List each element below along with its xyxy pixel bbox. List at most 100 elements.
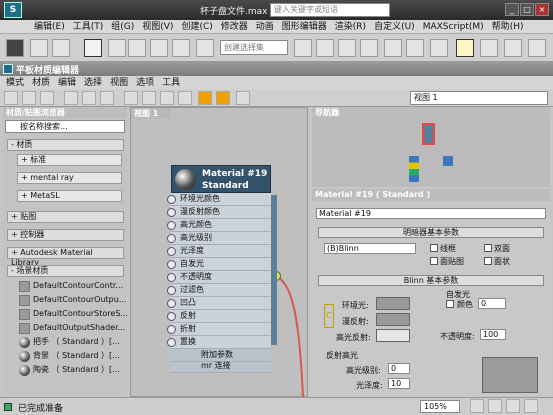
menu-graph-editors[interactable]: 图形编辑器 xyxy=(278,20,331,34)
move-children-icon[interactable] xyxy=(82,91,96,105)
input-socket[interactable] xyxy=(167,234,176,243)
glossiness-value[interactable]: 10 xyxy=(388,378,410,389)
align-icon[interactable] xyxy=(316,39,334,57)
node-rollout-mr[interactable]: mr 连接 xyxy=(171,361,271,373)
lay-out-children-icon[interactable] xyxy=(178,91,192,105)
node-slot[interactable]: 环境光颜色 xyxy=(167,193,271,206)
shader-dropdown[interactable]: (B)Blinn xyxy=(324,243,416,254)
render-production-icon[interactable] xyxy=(528,39,546,57)
scene-material-item[interactable]: 把手 （ Standard ）[... xyxy=(17,336,124,349)
node-slot[interactable]: 漫反射颜色 xyxy=(167,206,271,219)
input-socket[interactable] xyxy=(167,286,176,295)
hide-unused-slots-icon[interactable] xyxy=(100,91,114,105)
snap-3d-icon[interactable] xyxy=(108,39,126,57)
scene-material-item[interactable]: DefaultContourContr... xyxy=(17,280,124,293)
group-standard[interactable]: + 标准 xyxy=(17,154,122,166)
diffuse-color-swatch[interactable] xyxy=(376,313,410,326)
group-maps[interactable]: + 贴图 xyxy=(7,211,124,223)
scene-material-item[interactable]: 背景 （ Standard ）[... xyxy=(17,350,124,363)
group-metasl[interactable]: + MetaSL xyxy=(17,190,122,202)
node-slot[interactable]: 反射 xyxy=(167,310,271,323)
self-illum-color-checkbox[interactable] xyxy=(446,300,454,308)
node-slot[interactable]: 凹凸 xyxy=(167,297,271,310)
sme-menu-options[interactable]: 选项 xyxy=(132,76,158,90)
input-socket[interactable] xyxy=(167,195,176,204)
curve-editor-icon[interactable] xyxy=(384,39,402,57)
menu-create[interactable]: 创建(C) xyxy=(177,20,216,34)
menu-group[interactable]: 组(G) xyxy=(107,20,138,34)
show-background-icon[interactable] xyxy=(142,91,156,105)
maximize-button[interactable]: □ xyxy=(520,3,534,16)
show-map-icon[interactable] xyxy=(124,91,138,105)
sme-menu-select[interactable]: 选择 xyxy=(80,76,106,90)
sme-menu-edit[interactable]: 编辑 xyxy=(54,76,80,90)
select-object-icon[interactable] xyxy=(84,39,102,57)
close-button[interactable]: × xyxy=(535,3,549,16)
group-autodesk-library[interactable]: + Autodesk Material Library xyxy=(7,247,124,267)
graphite-icon[interactable] xyxy=(360,39,378,57)
material-id-icon[interactable] xyxy=(198,91,212,105)
help-search-input[interactable]: 键入关键字或短语 xyxy=(270,3,390,17)
node-slot[interactable]: 高光级别 xyxy=(167,232,271,245)
group-mental-ray[interactable]: + mental ray xyxy=(17,172,122,184)
layer-manager-icon[interactable] xyxy=(338,39,356,57)
scene-material-item[interactable]: 陶瓷 （ Standard ）[... xyxy=(17,364,124,377)
delete-icon[interactable] xyxy=(64,91,78,105)
node-slot[interactable]: 光泽度 xyxy=(167,245,271,258)
input-socket[interactable] xyxy=(167,299,176,308)
spinner-snap-icon[interactable] xyxy=(172,39,190,57)
parameter-editor-icon[interactable] xyxy=(216,91,230,105)
node-slot[interactable]: 置换 xyxy=(167,336,271,349)
zoom-region-icon[interactable] xyxy=(506,399,520,413)
menu-edit[interactable]: 编辑(E) xyxy=(30,20,69,34)
material-name-field[interactable]: Material #19 xyxy=(316,208,546,219)
scene-material-item[interactable]: DefaultContourOutpu... xyxy=(17,294,126,307)
wire-checkbox[interactable] xyxy=(430,244,438,252)
mirror-icon[interactable] xyxy=(294,39,312,57)
menu-tools[interactable]: 工具(T) xyxy=(69,20,108,34)
sme-menu-utilities[interactable]: 工具 xyxy=(158,76,184,90)
sme-menu-view[interactable]: 视图 xyxy=(106,76,132,90)
link-icon[interactable] xyxy=(30,39,48,57)
select-tool-icon[interactable] xyxy=(4,91,18,105)
self-illum-value[interactable]: 0 xyxy=(478,298,506,309)
group-materials[interactable]: - 材质 xyxy=(7,139,124,151)
edit-named-sets-icon[interactable] xyxy=(196,39,214,57)
input-socket[interactable] xyxy=(167,338,176,347)
app-logo-icon[interactable]: S xyxy=(4,2,22,18)
active-view-canvas[interactable]: 视图 1 Material #19 Standard 环境光颜色 漫反射颜色 高… xyxy=(130,107,308,398)
scene-material-item[interactable]: DefaultOutputShader... xyxy=(17,322,125,335)
menu-maxscript[interactable]: MAXScript(M) xyxy=(419,20,488,34)
lock-icon[interactable]: C xyxy=(324,304,334,328)
faceted-checkbox[interactable] xyxy=(484,257,492,265)
node-header[interactable]: Material #19 Standard xyxy=(171,165,271,193)
zoom-icon[interactable] xyxy=(488,399,502,413)
menu-help[interactable]: 帮助(H) xyxy=(488,20,528,34)
menu-modifiers[interactable]: 修改器 xyxy=(217,20,252,34)
sme-menu-modes[interactable]: 模式 xyxy=(2,76,28,90)
blinn-basic-rollout[interactable]: Blinn 基本参数 xyxy=(318,275,544,286)
input-socket[interactable] xyxy=(167,247,176,256)
two-sided-checkbox[interactable] xyxy=(484,244,492,252)
selection-set-dropdown[interactable]: 创建选择集 xyxy=(220,40,288,55)
face-map-checkbox[interactable] xyxy=(430,257,438,265)
material-node[interactable]: Material #19 Standard 环境光颜色 漫反射颜色 高光颜色 高… xyxy=(167,165,277,383)
input-socket[interactable] xyxy=(167,208,176,217)
schematic-view-icon[interactable] xyxy=(406,39,424,57)
unlink-icon[interactable] xyxy=(52,39,70,57)
node-slot[interactable]: 高光颜色 xyxy=(167,219,271,232)
menu-customize[interactable]: 自定义(U) xyxy=(370,20,419,34)
eyedropper-icon[interactable] xyxy=(22,91,36,105)
percent-snap-icon[interactable] xyxy=(150,39,168,57)
pan-icon[interactable] xyxy=(470,399,484,413)
material-editor-icon[interactable] xyxy=(430,39,448,57)
menu-animation[interactable]: 动画 xyxy=(252,20,278,34)
node-slot[interactable]: 不透明度 xyxy=(167,271,271,284)
put-to-scene-icon[interactable] xyxy=(40,91,54,105)
menu-views[interactable]: 视图(V) xyxy=(138,20,177,34)
render-setup-icon[interactable] xyxy=(456,39,474,57)
spec-level-value[interactable]: 0 xyxy=(388,363,410,374)
sme-menu-material[interactable]: 材质 xyxy=(28,76,54,90)
minimize-button[interactable]: _ xyxy=(505,3,519,16)
browser-search-input[interactable]: 按名称搜索... xyxy=(5,120,125,133)
